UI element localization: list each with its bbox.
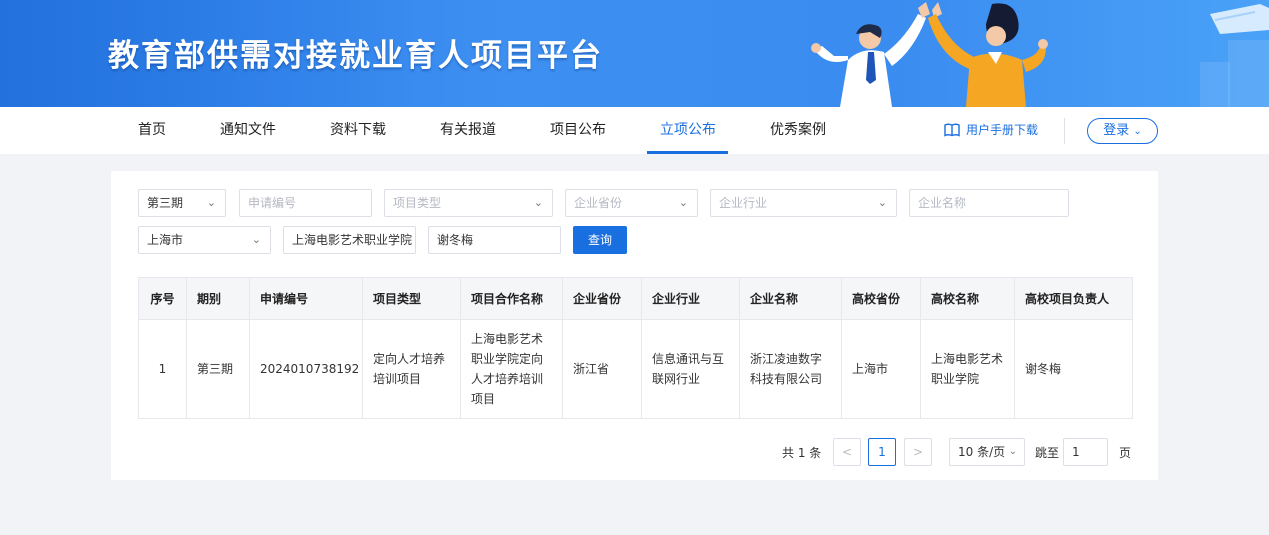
period-value: 第三期 [147, 196, 184, 210]
table-cell: 谢冬梅 [1014, 319, 1133, 419]
column-header: 企业省份 [562, 277, 642, 320]
period-select[interactable]: 第三期 ⌄ [138, 189, 226, 217]
application-number-field[interactable] [248, 196, 371, 210]
jump-label: 跳至 [1035, 446, 1060, 460]
table-cell: 2024010738192 [249, 319, 363, 419]
leader-value: 谢冬梅 [437, 233, 474, 247]
table-row: 1 第三期 2024010738192 定向人才培养培训项目 上海电影艺术职业学… [138, 319, 1133, 419]
school-name-value: 上海电影艺术职业学院 [292, 233, 413, 247]
table-cell: 上海电影艺术职业学院 [920, 319, 1015, 419]
company-industry-select[interactable]: 企业行业 ⌄ [710, 189, 897, 217]
banner-title: 教育部供需对接就业育人项目平台 [108, 38, 603, 74]
column-header: 企业名称 [739, 277, 842, 320]
nav-item-notices[interactable]: 通知文件 [220, 107, 276, 154]
chevron-down-icon: ⌄ [877, 196, 887, 209]
jump-page-input[interactable]: 1 [1063, 438, 1108, 466]
table-cell: 定向人才培养培训项目 [362, 319, 461, 419]
page-size-select[interactable]: 10 条/页 ⌄ [949, 438, 1025, 466]
total-count: 共 1 条 [782, 446, 822, 460]
nav-divider [1064, 118, 1065, 144]
nav-item-approved[interactable]: 立项公布 [660, 107, 716, 154]
column-header: 高校名称 [920, 277, 1015, 320]
nav-item-cases[interactable]: 优秀案例 [770, 107, 826, 154]
table-cell: 信息通讯与互联网行业 [641, 319, 740, 419]
column-header: 序号 [138, 277, 187, 320]
table-cell: 第三期 [186, 319, 250, 419]
chevron-down-icon: ⌄ [206, 196, 216, 209]
active-tab-indicator [647, 151, 728, 154]
high-five-illustration [811, 2, 1269, 107]
table-cell: 上海市 [841, 319, 921, 419]
results-table: 序号 期别 申请编号 项目类型 项目合作名称 企业省份 企业行业 企业名称 高校… [138, 277, 1133, 419]
book-icon [944, 123, 960, 137]
manual-download-link[interactable]: 用户手册下载 [944, 107, 1038, 154]
login-button[interactable]: 登录 ⌄ [1087, 118, 1158, 144]
company-name-field[interactable] [918, 196, 1068, 210]
chevron-down-icon: ⌄ [678, 196, 688, 209]
page-unit-label: 页 [1119, 446, 1132, 460]
nav-item-home[interactable]: 首页 [138, 107, 166, 154]
project-type-placeholder: 项目类型 [393, 196, 442, 210]
prev-page-button[interactable]: < [833, 438, 861, 466]
column-header: 企业行业 [641, 277, 740, 320]
login-label: 登录 [1103, 123, 1130, 138]
chevron-down-icon: ⌄ [251, 233, 261, 246]
company-industry-placeholder: 企业行业 [719, 196, 768, 210]
column-header: 高校省份 [841, 277, 921, 320]
search-button[interactable]: 查询 [573, 226, 627, 254]
banner: 教育部供需对接就业育人项目平台 [0, 0, 1269, 107]
main-navbar: 首页 通知文件 资料下载 有关报道 项目公布 立项公布 优秀案例 用户手册下载 … [0, 107, 1269, 154]
column-header: 项目合作名称 [460, 277, 563, 320]
table-cell: 浙江省 [562, 319, 642, 419]
column-header: 高校项目负责人 [1014, 277, 1133, 320]
leader-input[interactable]: 谢冬梅 [428, 226, 561, 254]
table-cell: 1 [138, 319, 187, 419]
school-province-select[interactable]: 上海市 ⌄ [138, 226, 271, 254]
table-header-row: 序号 期别 申请编号 项目类型 项目合作名称 企业省份 企业行业 企业名称 高校… [138, 277, 1133, 320]
company-name-input[interactable] [909, 189, 1069, 217]
chevron-down-icon: ⌄ [1133, 126, 1142, 137]
chevron-down-icon: ⌄ [533, 196, 543, 209]
application-number-input[interactable] [239, 189, 372, 217]
nav-item-reports[interactable]: 有关报道 [440, 107, 496, 154]
school-province-value: 上海市 [147, 233, 184, 247]
manual-download-label: 用户手册下载 [966, 123, 1039, 137]
table-cell: 上海电影艺术职业学院定向人才培养培训项目 [460, 319, 563, 419]
column-header: 申请编号 [249, 277, 363, 320]
next-page-button[interactable]: > [904, 438, 932, 466]
page-size-value: 10 条/页 [958, 445, 1006, 459]
column-header: 期别 [186, 277, 250, 320]
company-province-placeholder: 企业省份 [574, 196, 623, 210]
page-number-button[interactable]: 1 [868, 438, 896, 466]
table-cell: 浙江凌迪数字科技有限公司 [739, 319, 842, 419]
company-province-select[interactable]: 企业省份 ⌄ [565, 189, 698, 217]
nav-item-projects[interactable]: 项目公布 [550, 107, 606, 154]
results-card: 第三期 ⌄ 项目类型 ⌄ 企业省份 ⌄ 企业行业 ⌄ 上海市 ⌄ 上海电影艺术职业学院 谢… [111, 171, 1158, 480]
nav-item-downloads[interactable]: 资料下载 [330, 107, 386, 154]
column-header: 项目类型 [362, 277, 461, 320]
school-name-input[interactable]: 上海电影艺术职业学院 [283, 226, 416, 254]
chevron-down-icon: ⌄ [1008, 446, 1017, 457]
project-type-select[interactable]: 项目类型 ⌄ [384, 189, 553, 217]
